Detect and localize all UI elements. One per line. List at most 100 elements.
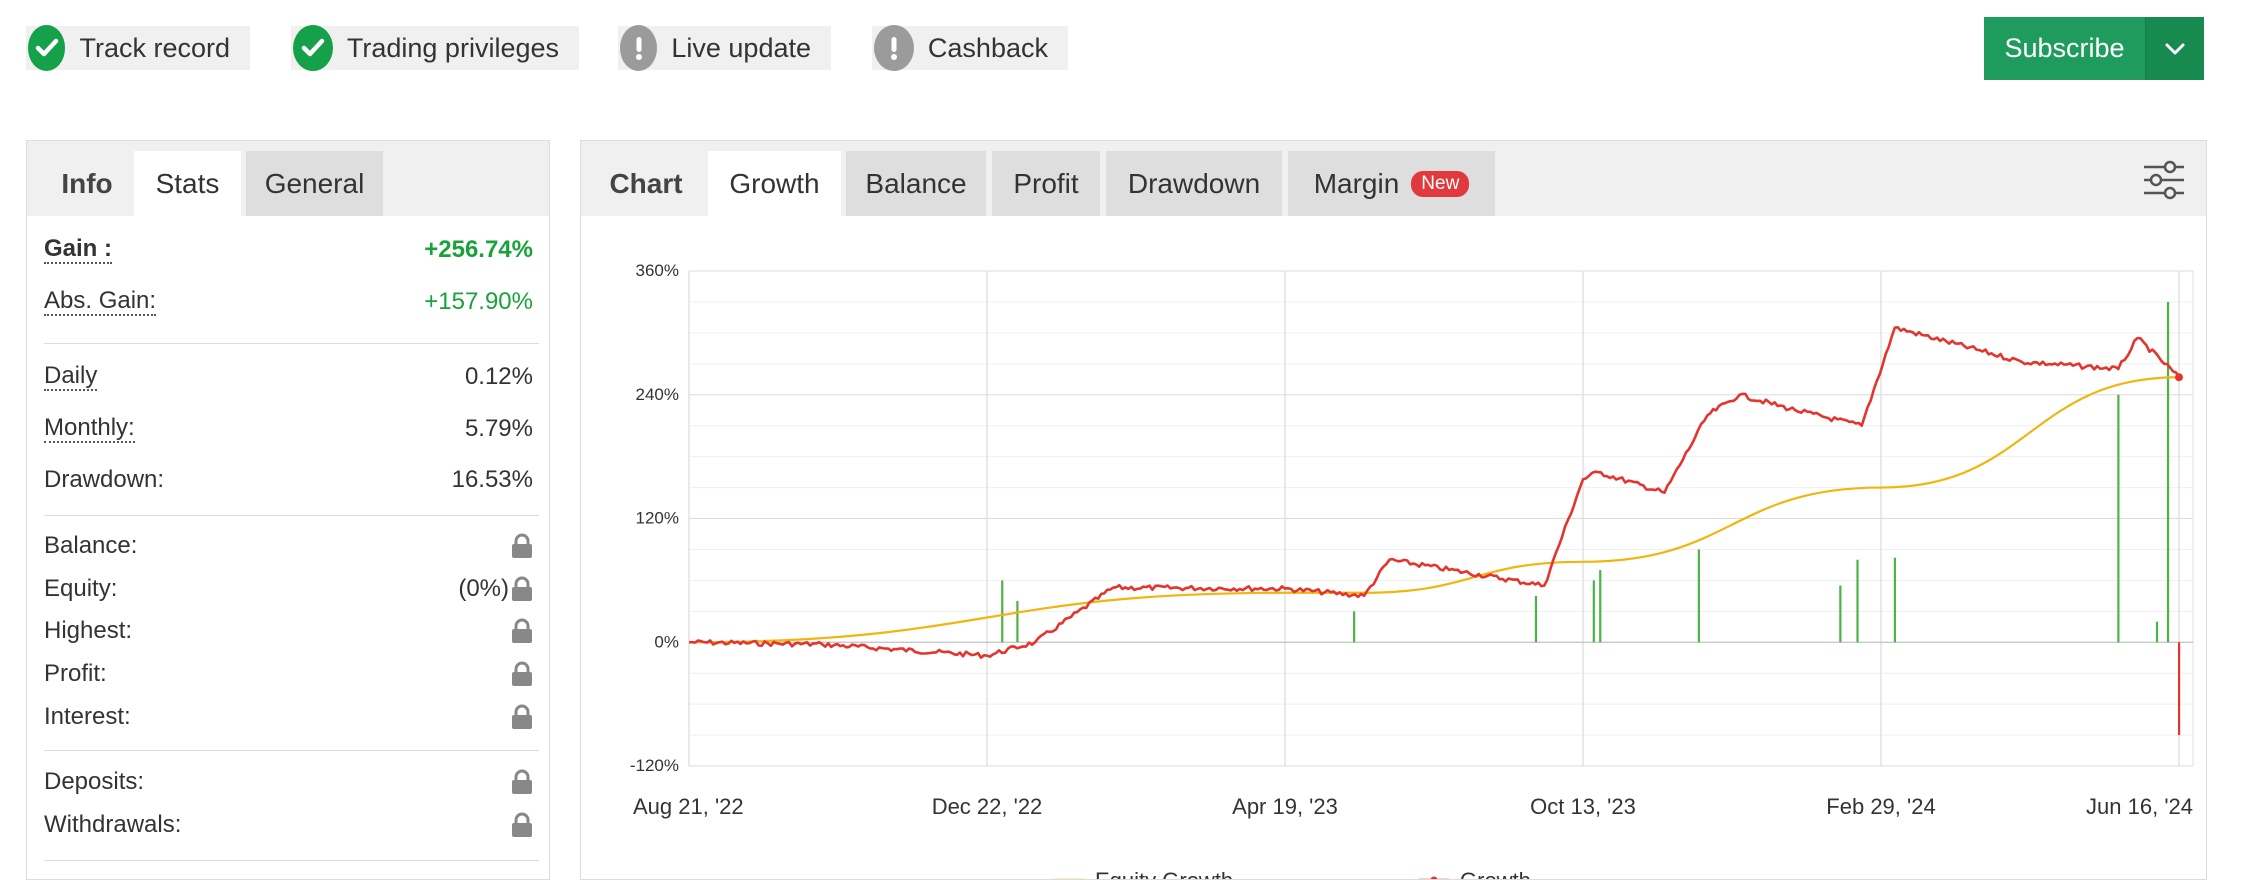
daily-bar — [1856, 560, 1858, 643]
check-icon — [293, 25, 333, 71]
filter-settings-icon[interactable] — [2142, 159, 2186, 201]
tab-growth[interactable]: Growth — [708, 151, 841, 216]
stat-withdrawals: Withdrawals: — [44, 808, 533, 842]
stat-interest: Interest: — [44, 700, 533, 734]
x-tick-label: Aug 21, '22 — [633, 794, 744, 819]
equity-growth-line — [689, 377, 2179, 642]
daily-bar — [1698, 549, 1700, 642]
stat-label[interactable]: Daily — [44, 363, 97, 391]
lock-icon — [511, 576, 533, 602]
stat-label: Highest: — [44, 617, 132, 645]
lock-icon — [511, 769, 533, 795]
stat-gain: Gain : +256.74% — [44, 233, 533, 267]
daily-bar — [1839, 586, 1841, 643]
badge-cashback[interactable]: Cashback — [872, 26, 1068, 70]
stat-profit: Profit: — [44, 657, 533, 691]
stats-tabbar: Info Stats General — [27, 141, 549, 216]
lock-icon — [511, 618, 533, 644]
badge-label: Live update — [671, 33, 811, 64]
tab-margin[interactable]: Margin New — [1288, 151, 1495, 216]
badge-live-update[interactable]: Live update — [618, 26, 831, 70]
tab-stats[interactable]: Stats — [134, 151, 241, 216]
legend-growth-marker — [1431, 877, 1438, 880]
daily-bar — [2156, 622, 2158, 643]
y-tick-label: 240% — [636, 385, 679, 404]
x-tick-label: Dec 22, '22 — [932, 794, 1043, 819]
y-tick-label: 0% — [654, 632, 679, 651]
stat-label[interactable]: Monthly: — [44, 415, 135, 443]
lock-icon — [511, 704, 533, 730]
stat-label[interactable]: Gain : — [44, 236, 112, 264]
tab-info[interactable]: Info — [35, 151, 139, 216]
divider — [44, 343, 539, 344]
y-tick-label: -120% — [630, 756, 679, 775]
stat-value: +256.74% — [424, 236, 533, 264]
daily-bar — [2117, 395, 2119, 643]
tab-drawdown[interactable]: Drawdown — [1106, 151, 1282, 216]
stat-label[interactable]: Abs. Gain: — [44, 288, 156, 316]
stat-label: Equity: — [44, 575, 117, 603]
stat-drawdown: Drawdown: 16.53% — [44, 463, 533, 497]
growth-line — [689, 327, 2179, 657]
chart-tabbar: Chart Growth Balance Profit Drawdown Mar… — [581, 141, 2206, 216]
daily-bar — [1894, 558, 1896, 643]
divider — [44, 750, 539, 751]
growth-endpoint — [2175, 373, 2183, 381]
x-tick-label: Oct 13, '23 — [1530, 794, 1636, 819]
daily-bar — [1016, 601, 1018, 642]
legend-growth-label: Growth — [1460, 868, 1531, 880]
new-badge: New — [1411, 171, 1469, 197]
daily-bar — [2178, 642, 2180, 735]
y-tick-label: 360% — [636, 261, 679, 280]
daily-bar — [1353, 611, 1355, 642]
daily-bar — [2167, 302, 2169, 642]
legend-equity-label: Equity Growth — [1095, 868, 1233, 880]
stat-balance: Balance: — [44, 529, 533, 563]
lock-icon — [511, 812, 533, 838]
check-icon — [28, 25, 65, 71]
badge-label: Track record — [79, 33, 230, 64]
stat-label: Interest: — [44, 703, 131, 731]
chart-panel: Chart Growth Balance Profit Drawdown Mar… — [580, 140, 2207, 880]
daily-bar — [1599, 570, 1601, 642]
stat-abs-gain: Abs. Gain: +157.90% — [44, 285, 533, 319]
stats-panel: Info Stats General Gain : +256.74% Abs. … — [26, 140, 550, 880]
x-tick-label: Jun 16, '24 — [2086, 794, 2193, 819]
daily-bar — [1001, 580, 1003, 642]
exclamation-icon — [620, 25, 657, 71]
chevron-down-icon[interactable] — [2145, 17, 2204, 80]
exclamation-icon — [874, 25, 914, 71]
tab-profit[interactable]: Profit — [992, 151, 1100, 216]
badge-label: Trading privileges — [347, 33, 559, 64]
badge-label: Cashback — [928, 33, 1048, 64]
x-tick-label: Apr 19, '23 — [1232, 794, 1338, 819]
tab-general[interactable]: General — [246, 151, 383, 216]
stat-highest: Highest: — [44, 614, 533, 648]
subscribe-button[interactable]: Subscribe — [1984, 17, 2204, 80]
badge-trading-privileges[interactable]: Trading privileges — [291, 26, 579, 70]
stat-value: (0%) — [458, 575, 509, 603]
lock-icon — [511, 533, 533, 559]
stat-value: +157.90% — [424, 288, 533, 316]
stat-value: 0.12% — [465, 363, 533, 391]
stat-daily: Daily 0.12% — [44, 360, 533, 394]
stat-label: Withdrawals: — [44, 811, 181, 839]
stat-label: Profit: — [44, 660, 107, 688]
stat-equity: Equity: (0%) — [44, 572, 533, 606]
stat-value: 16.53% — [452, 466, 533, 494]
tab-chart[interactable]: Chart — [591, 151, 701, 216]
stat-deposits: Deposits: — [44, 765, 533, 799]
tab-margin-label: Margin — [1314, 168, 1400, 200]
x-tick-label: Feb 29, '24 — [1826, 794, 1935, 819]
tab-balance[interactable]: Balance — [846, 151, 986, 216]
daily-bar — [1535, 596, 1537, 642]
daily-bar — [1593, 580, 1595, 642]
badge-track-record[interactable]: Track record — [26, 26, 250, 70]
growth-chart[interactable]: 360% 240% 120% 0% -120% Aug 21, '22 Dec 22, '2… — [581, 216, 2206, 880]
y-tick-label: 120% — [636, 509, 679, 528]
stat-label: Balance: — [44, 532, 137, 560]
stat-label: Deposits: — [44, 768, 144, 796]
divider — [44, 515, 539, 516]
divider — [44, 860, 539, 861]
subscribe-label: Subscribe — [1984, 33, 2145, 64]
